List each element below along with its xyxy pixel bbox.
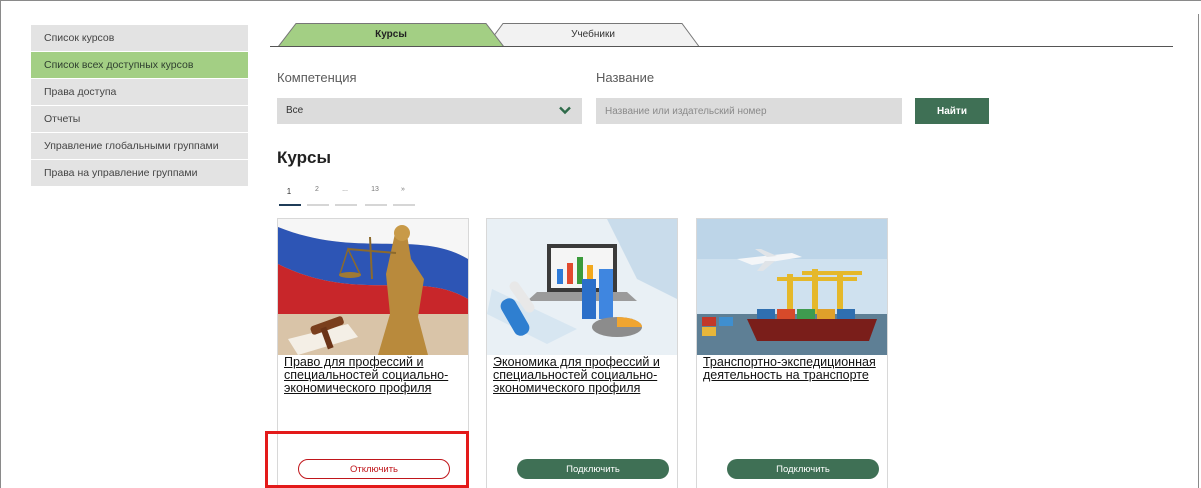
tab-underline xyxy=(270,46,1173,47)
connect-button[interactable]: Подключить xyxy=(517,459,669,479)
sidebar-item-group-rights[interactable]: Права на управление группами xyxy=(31,160,248,186)
economics-laptop-image xyxy=(487,219,677,355)
course-title-link[interactable]: Экономика для профессий и специальностей… xyxy=(493,356,675,395)
page-indicator xyxy=(365,204,387,206)
sidebar-item-reports[interactable]: Отчеты xyxy=(31,106,248,132)
sidebar-item-all-courses[interactable]: Список всех доступных курсов xyxy=(31,52,248,78)
competence-label: Компетенция xyxy=(277,70,357,85)
course-card: Транспортно-экспедиционная деятельность … xyxy=(696,218,888,488)
window-frame-right xyxy=(1198,14,1199,488)
page-link-13[interactable]: 13 xyxy=(365,186,385,193)
sidebar: Список курсов Список всех доступных курс… xyxy=(31,25,248,187)
course-title-link[interactable]: Транспортно-экспедиционная деятельность … xyxy=(703,356,885,382)
transport-port-image xyxy=(697,219,887,355)
course-title-link[interactable]: Право для профессий и специальностей соц… xyxy=(284,356,466,395)
sidebar-item-global-groups[interactable]: Управление глобальными группами xyxy=(31,133,248,159)
tab-textbooks-label: Учебники xyxy=(571,29,615,40)
page-indicator xyxy=(335,204,357,206)
name-label: Название xyxy=(596,70,655,85)
page-indicator xyxy=(393,204,415,206)
find-button[interactable]: Найти xyxy=(915,98,989,124)
page-ellipsis: ... xyxy=(342,186,348,193)
sidebar-item-course-list[interactable]: Список курсов xyxy=(31,25,248,51)
competence-select[interactable]: Все xyxy=(277,98,582,124)
chevron-down-icon xyxy=(559,106,571,115)
tab-textbooks[interactable]: Учебники xyxy=(486,23,700,47)
sidebar-item-access-rights[interactable]: Права доступа xyxy=(31,79,248,105)
annotation-highlight-box xyxy=(265,431,469,488)
page-link-2[interactable]: 2 xyxy=(307,186,327,193)
tab-courses-label: Курсы xyxy=(375,29,407,40)
page-title: Курсы xyxy=(277,148,331,167)
tab-bar: Учебники Курсы xyxy=(270,23,1173,48)
justice-statue-image xyxy=(278,219,468,355)
search-input[interactable] xyxy=(596,98,902,124)
tab-courses[interactable]: Курсы xyxy=(278,23,504,47)
page-indicator-active xyxy=(279,204,301,206)
competence-value: Все xyxy=(286,105,304,116)
page-next[interactable]: » xyxy=(393,186,413,193)
connect-button[interactable]: Подключить xyxy=(727,459,879,479)
course-card: Экономика для профессий и специальностей… xyxy=(486,218,678,488)
page-link-1[interactable]: 1 xyxy=(279,187,299,196)
page-indicator xyxy=(307,204,329,206)
